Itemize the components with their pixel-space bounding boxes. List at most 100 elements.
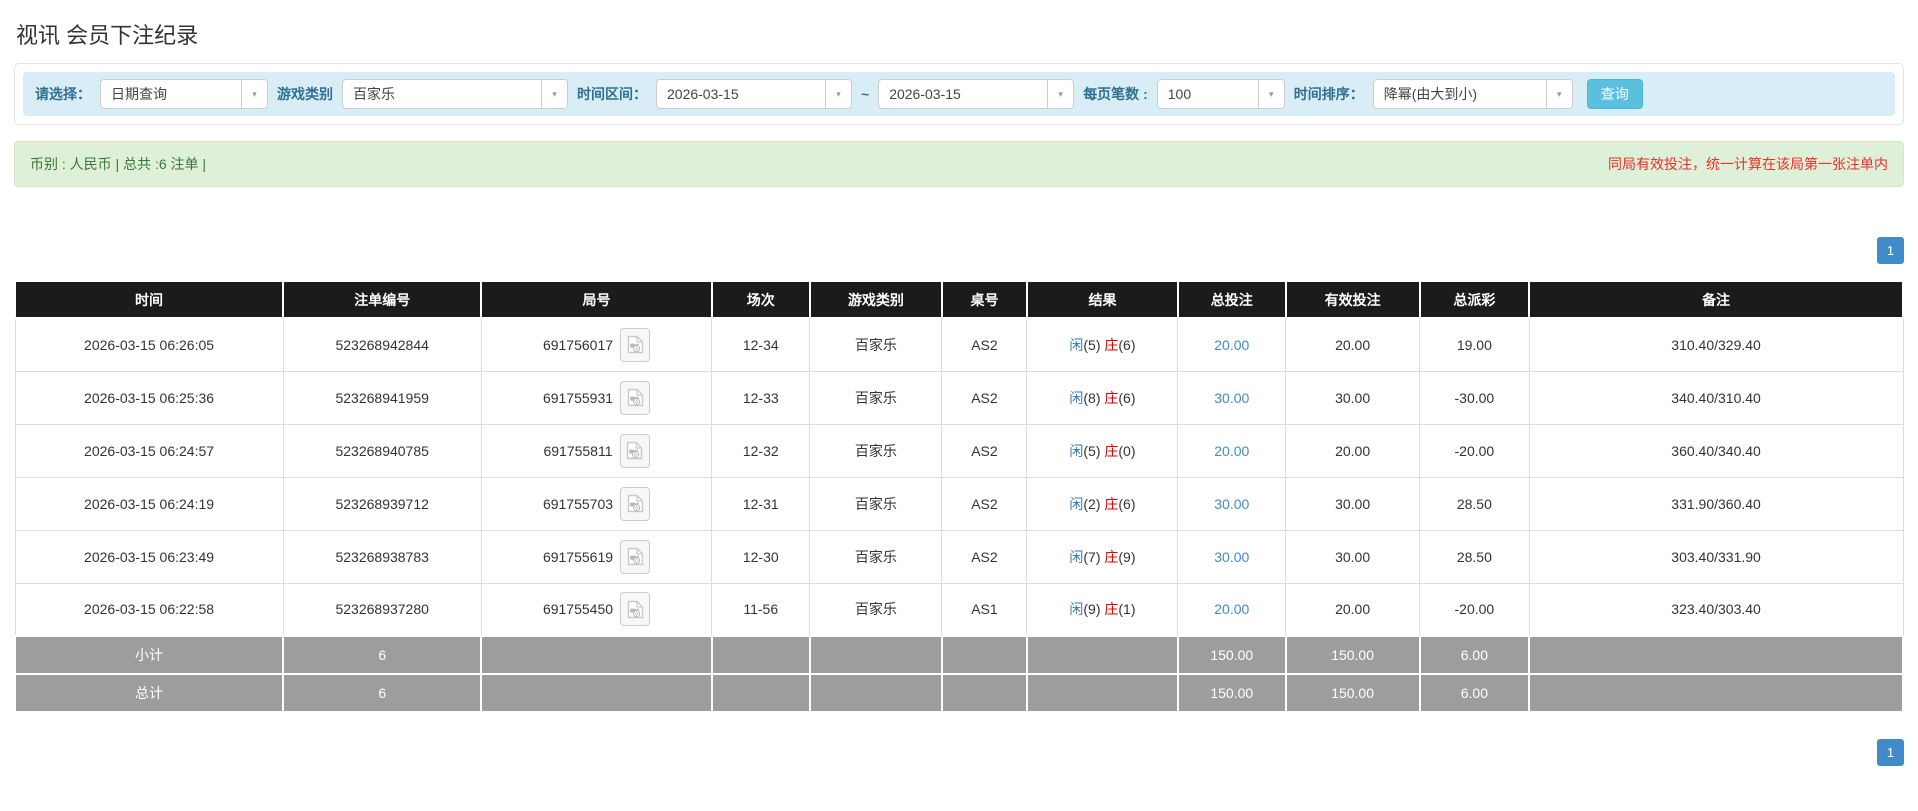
page-size-select[interactable]: 100 ▾ (1156, 79, 1285, 109)
total-bet-link[interactable]: 30.00 (1214, 390, 1249, 406)
player-label: 闲 (1069, 389, 1084, 406)
round-id-cell: 691756017 (480, 317, 713, 372)
round-id-cell: 691755619 (480, 529, 713, 584)
total-payout: 6.00 (1418, 673, 1531, 713)
col-time: 时间 (13, 280, 285, 319)
video-replay-button[interactable] (620, 486, 651, 521)
result-cell: 闲(2) 庄(6) (1026, 476, 1179, 531)
video-replay-button[interactable] (620, 539, 651, 574)
game-type-label: 游戏类别 (277, 86, 333, 102)
banker-label: 庄 (1104, 601, 1119, 618)
page-1-button[interactable]: 1 (1877, 739, 1904, 766)
player-label: 闲 (1069, 601, 1084, 618)
video-file-icon (627, 336, 643, 354)
time-sort-value: 降幂(由大到小) (1383, 86, 1478, 102)
subtotal-row: 小计 6 150.00 150.00 6.00 (13, 635, 1904, 675)
video-replay-button[interactable] (620, 592, 651, 627)
table-body: 2026-03-15 06:26:05 523268942844 6917560… (14, 317, 1904, 637)
valid-bet-cell: 20.00 (1285, 423, 1421, 478)
game-type-select[interactable]: 百家乐 ▾ (342, 79, 568, 109)
total-label: 总计 (13, 673, 285, 713)
subtotal-valid-bet: 150.00 (1284, 635, 1421, 675)
player-score: (5) (1083, 336, 1101, 353)
range-separator: ~ (861, 86, 870, 102)
table-no-cell: AS2 (941, 370, 1028, 425)
round-id-cell: 691755703 (480, 476, 713, 531)
table-no-cell: AS1 (941, 582, 1028, 637)
video-file-icon (626, 441, 643, 460)
table-row: 2026-03-15 06:25:36 523268941959 6917559… (14, 370, 1904, 425)
session-cell: 12-33 (711, 370, 811, 425)
bet-id-cell: 523268939712 (282, 476, 482, 531)
table-row: 2026-03-15 06:26:05 523268942844 6917560… (14, 317, 1904, 372)
chevron-down-icon: ▾ (1047, 80, 1074, 108)
query-type-select[interactable]: 日期查询 ▾ (100, 79, 268, 109)
page-1-button[interactable]: 1 (1877, 237, 1904, 264)
time-sort-select[interactable]: 降幂(由大到小) ▾ (1372, 79, 1573, 109)
subtotal-total-bet: 150.00 (1176, 635, 1287, 675)
total-bet-cell: 30.00 (1177, 370, 1287, 425)
session-cell: 12-32 (711, 423, 811, 478)
player-score: (2) (1083, 495, 1101, 512)
payout-cell: 28.50 (1419, 529, 1530, 584)
table-footer: 小计 6 150.00 150.00 6.00 总计 6 150.00 150.… (13, 635, 1904, 713)
total-row: 总计 6 150.00 150.00 6.00 (13, 673, 1904, 713)
result-cell: 闲(5) 庄(0) (1026, 423, 1179, 478)
round-id-cell: 691755450 (480, 582, 713, 637)
player-score: (9) (1083, 601, 1101, 618)
date-to-input[interactable]: 2026-03-15 ▾ (878, 79, 1075, 109)
total-bet-cell: 20.00 (1177, 582, 1287, 637)
game-type-cell: 百家乐 (809, 582, 943, 637)
time-sort-label: 时间排序： (1293, 86, 1364, 102)
video-file-icon (627, 494, 643, 513)
player-score: (7) (1083, 548, 1101, 565)
col-result: 结果 (1025, 280, 1179, 319)
payout-cell: -20.00 (1419, 423, 1530, 478)
game-type-cell: 百家乐 (809, 529, 943, 584)
date-from-input[interactable]: 2026-03-15 ▾ (656, 79, 852, 109)
remark-cell: 303.40/331.90 (1528, 529, 1904, 584)
total-bet-link[interactable]: 30.00 (1214, 549, 1249, 565)
time-cell: 2026-03-15 06:26:05 (14, 317, 284, 372)
total-bet-link[interactable]: 20.00 (1214, 443, 1249, 459)
total-bet-link[interactable]: 20.00 (1214, 337, 1249, 353)
total-bet-link[interactable]: 20.00 (1214, 601, 1249, 617)
video-replay-button[interactable] (620, 327, 651, 362)
session-cell: 12-34 (711, 317, 811, 372)
total-bet-link[interactable]: 30.00 (1214, 496, 1249, 512)
table-no-cell: AS2 (941, 476, 1028, 531)
video-replay-button[interactable] (619, 433, 650, 468)
col-valid-bet: 有效投注 (1284, 280, 1421, 319)
time-cell: 2026-03-15 06:24:19 (14, 476, 284, 531)
time-cell: 2026-03-15 06:25:36 (14, 370, 284, 425)
total-bet-cell: 20.00 (1177, 317, 1287, 372)
summary-currency-count: 币别 : 人民币 | 总共 :6 注单 | (30, 156, 207, 172)
chevron-down-icon: ▾ (1545, 80, 1572, 108)
valid-bet-cell: 20.00 (1285, 317, 1421, 372)
chevron-down-icon: ▾ (1257, 80, 1284, 108)
filter-bar: 请选择： 日期查询 ▾ 游戏类别 百家乐 ▾ 时间区间： 2026-03-15 … (23, 72, 1895, 116)
bet-id-cell: 523268940785 (282, 423, 482, 478)
search-button[interactable]: 查询 (1586, 79, 1643, 109)
result-cell: 闲(5) 庄(6) (1026, 317, 1179, 372)
table-row: 2026-03-15 06:22:58 523268937280 6917554… (14, 582, 1904, 637)
round-id: 691756017 (542, 336, 614, 353)
col-total-bet: 总投注 (1176, 280, 1287, 319)
valid-bet-cell: 30.00 (1285, 476, 1421, 531)
table-no-cell: AS2 (941, 529, 1028, 584)
video-replay-button[interactable] (620, 380, 651, 415)
remark-cell: 340.40/310.40 (1528, 370, 1904, 425)
valid-bet-cell: 30.00 (1285, 370, 1421, 425)
table-no-cell: AS2 (941, 317, 1028, 372)
time-cell: 2026-03-15 06:23:49 (14, 529, 284, 584)
bet-id-cell: 523268937280 (282, 582, 482, 637)
banker-label: 庄 (1104, 389, 1119, 406)
player-label: 闲 (1069, 442, 1084, 459)
game-type-cell: 百家乐 (809, 423, 943, 478)
col-round-id: 局号 (480, 280, 713, 319)
round-id: 691755619 (542, 548, 614, 565)
col-bet-id: 注单编号 (282, 280, 483, 319)
subtotal-label: 小计 (13, 635, 285, 675)
player-label: 闲 (1069, 336, 1084, 353)
time-cell: 2026-03-15 06:24:57 (14, 423, 284, 478)
